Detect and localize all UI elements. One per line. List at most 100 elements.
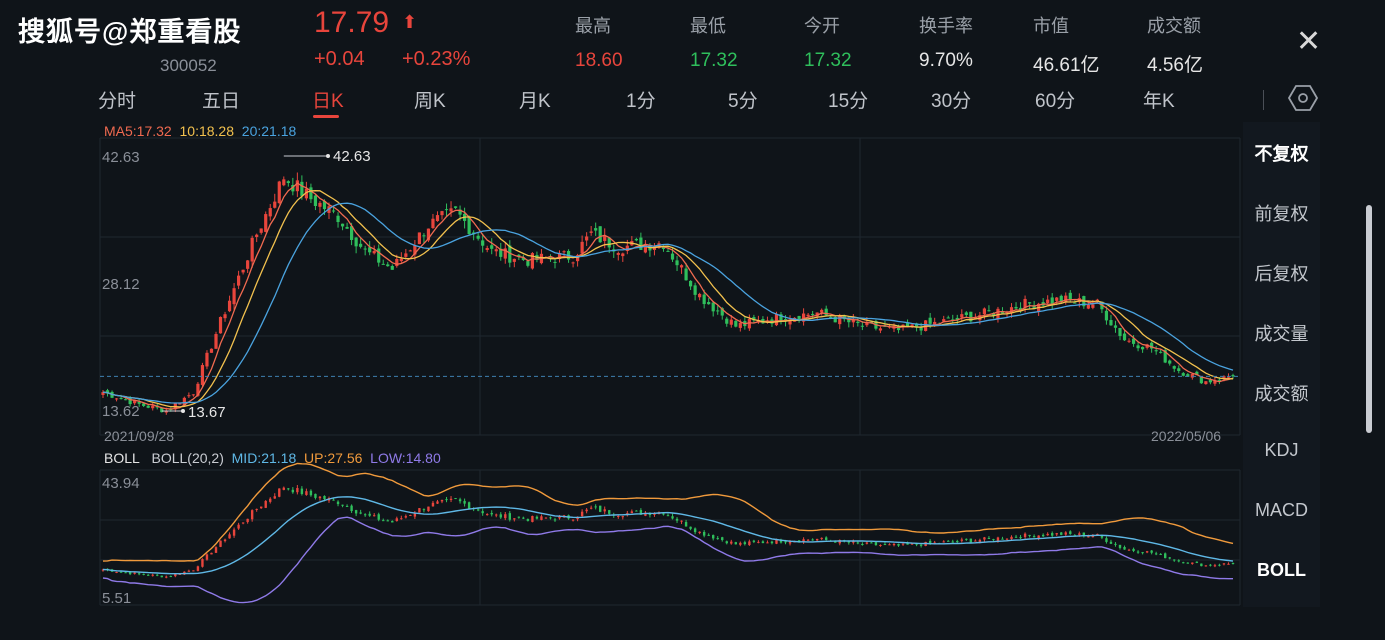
candle-body — [191, 394, 195, 396]
boll-candle-body — [1132, 548, 1135, 551]
candle-body — [390, 265, 394, 270]
boll-candle-body — [481, 511, 484, 514]
side-menu-item-1[interactable]: 前复权 — [1243, 200, 1320, 226]
scrollbar[interactable] — [1366, 205, 1372, 433]
boll-candle-body — [739, 542, 742, 545]
candle-body — [422, 235, 426, 237]
boll-candle-body — [273, 496, 276, 499]
boll-candle-body — [427, 506, 430, 512]
boll-candle-body — [861, 543, 864, 545]
boll-candle-body — [1127, 549, 1131, 551]
candle-body — [187, 395, 191, 397]
boll-candle-body — [919, 544, 923, 546]
boll-candle-body — [698, 531, 701, 534]
candle-body — [512, 258, 516, 262]
candle-body — [237, 275, 241, 286]
boll-candle-body — [752, 540, 756, 542]
candle-body — [313, 195, 318, 206]
boll-candle-body — [309, 490, 313, 496]
candle-body — [670, 253, 675, 260]
candle-body — [982, 308, 986, 315]
side-menu-item-3[interactable]: 成交量 — [1243, 320, 1320, 346]
candle-body — [621, 253, 625, 257]
candle-body — [214, 334, 218, 349]
boll-candle-body — [599, 505, 602, 512]
candle-body — [725, 318, 729, 324]
side-menu-item-6[interactable]: MACD — [1243, 500, 1320, 521]
boll-candle-body — [305, 491, 308, 495]
boll-candle-body — [680, 520, 683, 522]
boll-candle-body — [974, 540, 977, 542]
boll-candle-body — [730, 541, 733, 544]
candle-body — [594, 228, 598, 231]
boll-candle-body — [214, 547, 218, 553]
boll-candle-body — [1123, 546, 1126, 550]
candle-body — [634, 238, 638, 241]
candle-body — [946, 317, 950, 319]
candle-body — [453, 206, 458, 208]
candle-body — [1014, 306, 1018, 309]
boll-candle-body — [540, 516, 543, 520]
boll-candle-body — [1023, 533, 1027, 538]
side-menu-item-2[interactable]: 后复权 — [1243, 260, 1320, 286]
candle-body — [806, 314, 810, 317]
candle-body — [250, 237, 254, 262]
ma5-line — [102, 182, 1234, 410]
boll-candle-body — [449, 498, 453, 500]
boll-candle-body — [1141, 552, 1144, 554]
boll-candle-body — [1150, 550, 1153, 553]
side-menu-item-5[interactable]: KDJ — [1243, 440, 1320, 461]
side-menu-item-0[interactable]: 不复权 — [1243, 140, 1320, 166]
side-menu-item-4[interactable]: 成交额 — [1243, 380, 1320, 406]
boll-candle-body — [883, 544, 887, 546]
candle-body — [679, 265, 684, 268]
boll-candle-body — [499, 514, 502, 518]
boll-candle-body — [1005, 538, 1009, 540]
candle-body — [639, 237, 643, 250]
candle-body — [1141, 346, 1145, 350]
boll-candle-body — [825, 537, 828, 540]
boll-candle-body — [350, 505, 353, 511]
boll-candle-body — [377, 514, 380, 520]
candle-body — [1046, 299, 1050, 304]
candle-body — [241, 269, 245, 273]
candle-body — [444, 209, 449, 211]
boll-candle-body — [246, 518, 249, 523]
boll-candle-body — [210, 552, 213, 555]
boll-candle-body — [282, 487, 285, 490]
boll-candle-body — [382, 520, 385, 522]
boll-candle-body — [345, 505, 349, 507]
boll-candle-body — [332, 499, 335, 501]
candle-body — [1136, 345, 1140, 349]
boll-candle-body — [422, 509, 426, 511]
boll-candle-body — [856, 542, 860, 544]
boll-candle-body — [440, 499, 444, 502]
boll-candle-body — [363, 514, 367, 516]
boll-candle-body — [761, 541, 765, 544]
boll-candle-body — [671, 516, 674, 519]
boll-candle-body — [956, 540, 959, 542]
boll-candle-body — [1222, 563, 1226, 565]
boll-candle-body — [553, 519, 557, 521]
candle-body — [824, 308, 828, 316]
boll-candle-body — [1154, 553, 1158, 555]
high-marker-dot — [326, 154, 330, 158]
candle-body — [255, 234, 259, 238]
candle-body — [702, 294, 706, 305]
candle-body — [1055, 297, 1059, 301]
side-menu-item-7[interactable]: BOLL — [1243, 560, 1320, 581]
candle-body — [264, 214, 268, 232]
boll-candle-body — [1069, 531, 1072, 534]
boll-candle-body — [951, 541, 954, 543]
candle-body — [223, 314, 227, 319]
boll-candle-body — [359, 512, 362, 514]
candle-body — [811, 313, 815, 315]
candle-body — [467, 217, 471, 234]
kline-chart[interactable] — [0, 0, 1385, 640]
boll-candle-body — [585, 509, 588, 512]
candle-body — [928, 317, 932, 324]
boll-candle-body — [1051, 533, 1054, 536]
boll-candle-body — [815, 538, 819, 541]
candle-body — [259, 228, 263, 233]
candle-body — [408, 250, 412, 252]
